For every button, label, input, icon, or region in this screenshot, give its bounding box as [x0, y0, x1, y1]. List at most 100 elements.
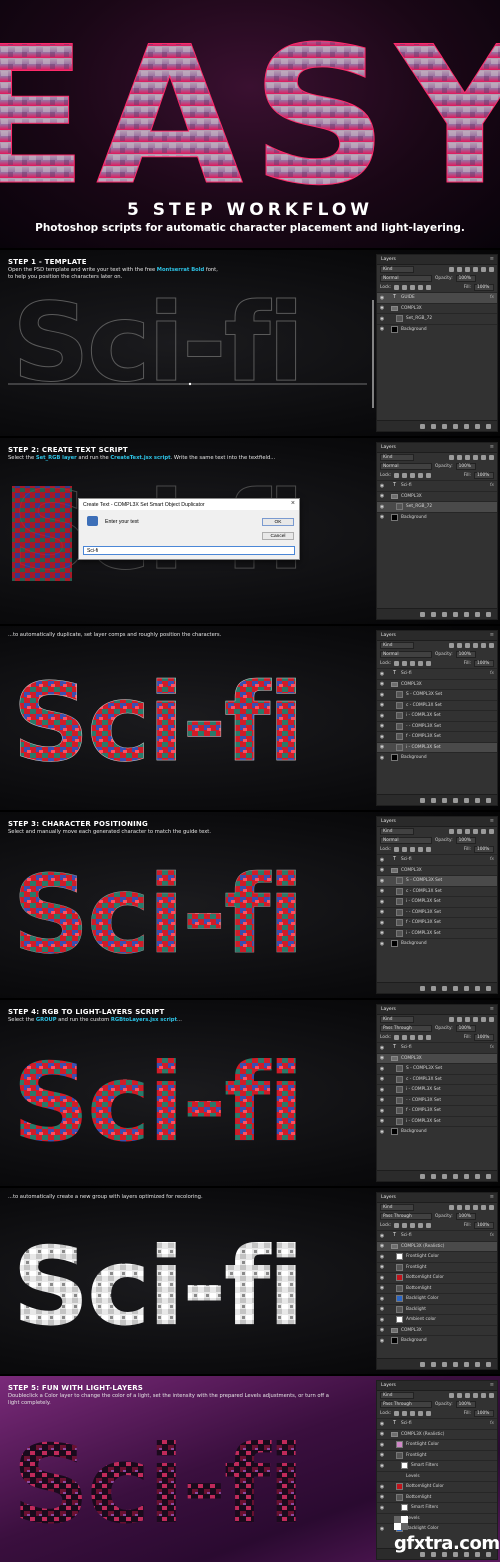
blend-mode-select[interactable]: Normal — [380, 463, 432, 470]
filter-type-icon[interactable] — [481, 829, 486, 834]
visibility-eye-icon[interactable]: ◉ — [379, 1494, 385, 1500]
panel-menu-icon[interactable]: ≡ — [490, 256, 494, 262]
lock-icon[interactable] — [394, 473, 400, 478]
visibility-eye-icon[interactable]: ◉ — [379, 504, 385, 510]
layers-tab[interactable]: Layers ≡ — [377, 631, 497, 641]
lock-icon[interactable] — [402, 847, 408, 852]
layers-panel[interactable]: Layers ≡ Kind Normal Opacity: 100% Lock: Fill: 1… — [376, 630, 498, 806]
filter-type-icon[interactable] — [465, 455, 470, 460]
footer-action-icon[interactable] — [475, 423, 480, 429]
blend-mode-select[interactable]: Pass Through — [380, 1213, 432, 1220]
footer-action-icon[interactable] — [453, 985, 458, 991]
lock-icon[interactable] — [394, 1411, 400, 1416]
lock-icon[interactable] — [410, 1035, 416, 1040]
layers-panel[interactable]: Layers ≡ Kind Normal Opacity: 100% Lock: Fill: 1… — [376, 816, 498, 994]
footer-action-icon[interactable] — [464, 423, 469, 429]
filter-type-icon[interactable] — [465, 1205, 470, 1210]
fill-field[interactable]: 100% — [474, 1410, 494, 1417]
layer-row[interactable]: ◉ Smart Filters — [377, 1460, 497, 1471]
footer-action-icon[interactable] — [442, 1173, 447, 1179]
layer-row[interactable]: ◉ COMPL3X — [377, 302, 497, 314]
visibility-eye-icon[interactable]: ◉ — [379, 295, 385, 301]
opacity-field[interactable]: 100% — [455, 651, 476, 658]
layer-row[interactable]: ◉ COMPL3X — [377, 490, 497, 502]
layer-row[interactable]: ◉ Bottomlight — [377, 1282, 497, 1294]
filter-type-icon[interactable] — [481, 1205, 486, 1210]
fx-icon[interactable]: fx — [490, 1045, 494, 1050]
visibility-eye-icon[interactable]: ◉ — [379, 1421, 385, 1427]
layer-row[interactable]: ◉ Background — [377, 938, 497, 949]
footer-action-icon[interactable] — [442, 611, 447, 617]
filter-type-icon[interactable] — [465, 267, 470, 272]
filter-type-icon[interactable] — [481, 1017, 486, 1022]
footer-action-icon[interactable] — [431, 423, 436, 429]
visibility-eye-icon[interactable]: ◉ — [379, 1431, 385, 1437]
filter-type-icon[interactable] — [449, 1017, 454, 1022]
blend-mode-select[interactable]: Pass Through — [380, 1401, 432, 1408]
layers-tab[interactable]: Layers ≡ — [377, 1193, 497, 1203]
layer-row[interactable]: ◉ T GUIDE fx — [377, 292, 497, 303]
layer-row[interactable]: ◉ i - COMPL3X Set — [377, 1115, 497, 1127]
footer-action-icon[interactable] — [453, 797, 458, 803]
filter-type-icon[interactable] — [473, 829, 478, 834]
lock-icon[interactable] — [418, 847, 424, 852]
filter-type-icon[interactable] — [457, 1017, 462, 1022]
opacity-field[interactable]: 100% — [455, 837, 476, 844]
layer-row[interactable]: ◉ i - COMPL3X Set — [377, 896, 497, 907]
layer-row[interactable]: ◉ c - COMPL3X Set — [377, 885, 497, 897]
filter-type-icon[interactable] — [465, 1017, 470, 1022]
filter-type-icon[interactable] — [449, 1393, 454, 1398]
layer-row[interactable]: ◉ Frontlight Color — [377, 1439, 497, 1450]
visibility-eye-icon[interactable]: ◉ — [379, 671, 385, 677]
visibility-eye-icon[interactable]: ◉ — [379, 723, 385, 729]
lock-icon[interactable] — [402, 1035, 408, 1040]
visibility-eye-icon[interactable]: ◉ — [379, 692, 385, 698]
fill-field[interactable]: 100% — [474, 1222, 494, 1229]
layer-row[interactable]: ◉ f - COMPL3X Set — [377, 731, 497, 742]
layer-row[interactable]: ◉ T Sci-fi fx — [377, 1230, 497, 1241]
footer-action-icon[interactable] — [420, 797, 425, 803]
layer-row[interactable]: ◉ S - COMPL3X Set — [377, 875, 497, 886]
footer-action-icon[interactable] — [420, 985, 425, 991]
layer-row[interactable]: ◉ Background — [377, 1335, 497, 1346]
footer-action-icon[interactable] — [420, 1361, 425, 1367]
layer-row[interactable]: ◉ c - COMPL3X Set — [377, 1073, 497, 1085]
filter-type-icon[interactable] — [473, 1393, 478, 1398]
kind-filter-select[interactable]: Kind — [380, 828, 414, 835]
layer-row[interactable]: ◉ Set_RGB_72 — [377, 313, 497, 324]
layers-tab[interactable]: Layers ≡ — [377, 817, 497, 827]
panel-menu-icon[interactable]: ≡ — [490, 1382, 494, 1388]
filter-type-icon[interactable] — [489, 267, 494, 272]
lock-icon[interactable] — [410, 661, 416, 666]
filter-type-icon[interactable] — [481, 1393, 486, 1398]
visibility-eye-icon[interactable]: ◉ — [379, 1505, 385, 1511]
layers-panel[interactable]: Layers ≡ Kind Normal Opacity: 100% Lock: Fill: 1… — [376, 254, 498, 432]
footer-action-icon[interactable] — [453, 1173, 458, 1179]
footer-action-icon[interactable] — [475, 1173, 480, 1179]
footer-action-icon[interactable] — [486, 611, 491, 617]
filter-type-icon[interactable] — [473, 643, 478, 648]
layer-row[interactable]: ◉ Frontlight — [377, 1449, 497, 1461]
layers-panel[interactable]: Layers ≡ Kind Normal Opacity: 100% Lock: Fill: 1… — [376, 442, 498, 620]
layer-row[interactable]: ◉ Bottomlight — [377, 1491, 497, 1503]
visibility-eye-icon[interactable]: ◉ — [379, 734, 385, 740]
visibility-eye-icon[interactable]: ◉ — [379, 514, 385, 520]
footer-action-icon[interactable] — [486, 1173, 491, 1179]
layer-row[interactable]: ◉ Background — [377, 511, 497, 523]
footer-action-icon[interactable] — [475, 611, 480, 617]
panel-menu-icon[interactable]: ≡ — [490, 1006, 494, 1012]
lock-icon[interactable] — [410, 1411, 416, 1416]
filter-type-icon[interactable] — [473, 455, 478, 460]
filter-type-icon[interactable] — [465, 1393, 470, 1398]
opacity-field[interactable]: 100% — [455, 463, 476, 470]
filter-type-icon[interactable] — [489, 643, 494, 648]
lock-icon[interactable] — [426, 847, 432, 852]
lock-icon[interactable] — [402, 1223, 408, 1228]
lock-icon[interactable] — [426, 1223, 432, 1228]
lock-icon[interactable] — [418, 1035, 424, 1040]
filter-type-icon[interactable] — [489, 829, 494, 834]
canvas-preview[interactable]: Sci-fi — [0, 648, 375, 798]
visibility-eye-icon[interactable]: ◉ — [379, 681, 385, 687]
filter-type-icon[interactable] — [489, 1017, 494, 1022]
visibility-eye-icon[interactable]: ◉ — [379, 1296, 385, 1302]
